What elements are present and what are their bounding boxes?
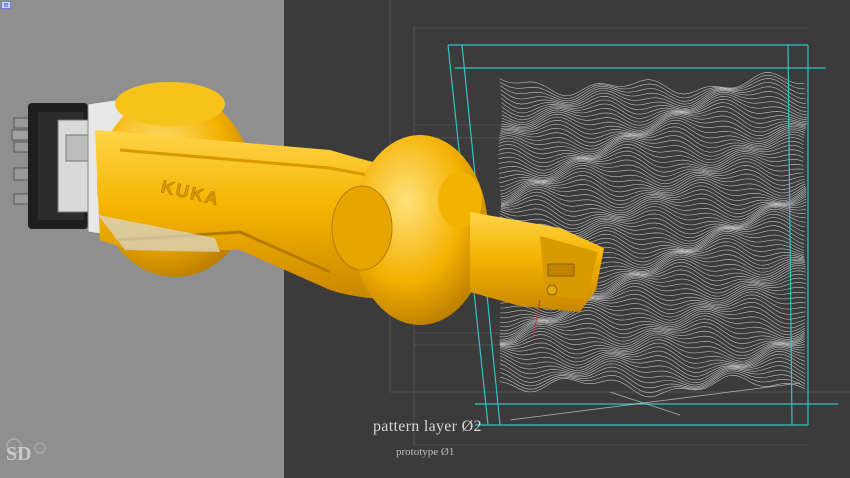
pattern-contour xyxy=(499,161,805,182)
watermark-logo: SD xyxy=(6,438,46,465)
scene-canvas: KUKA xyxy=(11,0,850,446)
pattern-contour xyxy=(499,325,805,349)
viewport-icon[interactable]: ≡ xyxy=(1,1,11,9)
pattern-contour xyxy=(500,86,806,107)
caption-title: pattern layer Ø2 xyxy=(373,418,482,435)
caption-subtitle: prototype Ø1 xyxy=(396,446,455,458)
pattern-contour xyxy=(499,359,806,384)
pattern-contour xyxy=(499,374,806,398)
pattern-contour xyxy=(499,74,805,99)
pattern-contour xyxy=(499,338,805,362)
watermark-text: SD xyxy=(6,443,32,465)
pattern-contour xyxy=(499,355,806,381)
pattern-contour xyxy=(500,82,806,105)
pattern-contour xyxy=(499,310,805,336)
thin-tool-lines xyxy=(509,382,801,421)
viewport-3d[interactable]: KUKA ≡ pattern layer Ø2 prototype Ø1 SD xyxy=(0,0,850,478)
